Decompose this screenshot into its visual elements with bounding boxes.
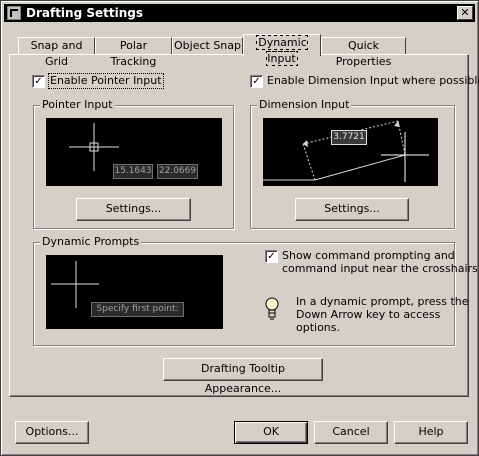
- dynamic-prompts-preview: [46, 255, 223, 329]
- tab-object-snap[interactable]: Object Snap: [172, 37, 243, 55]
- help-button[interactable]: Help: [394, 421, 468, 444]
- enable-pointer-label: Enable Pointer Input: [48, 73, 164, 89]
- tooltip-appearance-button[interactable]: Drafting Tooltip Appearance...: [163, 358, 323, 395]
- cancel-button[interactable]: Cancel: [314, 421, 388, 444]
- options-button[interactable]: Options...: [15, 421, 89, 444]
- prompt-text-box: Specify first point:: [91, 302, 184, 317]
- show-prompting-checkbox[interactable]: ✓: [265, 250, 278, 263]
- crosshair-icon: [51, 261, 99, 308]
- lightbulb-icon: [265, 297, 279, 323]
- title-bar[interactable]: Drafting Settings ✕: [4, 4, 475, 22]
- window-title: Drafting Settings: [26, 6, 143, 20]
- pointer-input-title: Pointer Input: [40, 98, 115, 112]
- hint-line1: In a dynamic prompt, press the: [296, 295, 469, 308]
- show-prompting-label-line2: command input near the crosshairs: [282, 262, 478, 275]
- enable-pointer-checkbox[interactable]: ✓: [32, 75, 45, 88]
- hint-line2: Down Arrow key to access: [296, 308, 441, 321]
- close-button[interactable]: ✕: [457, 6, 473, 20]
- show-prompting-label-line1: Show command prompting and: [282, 249, 455, 262]
- enable-dimension-label: Enable Dimension Input where possible: [267, 74, 479, 87]
- dimension-settings-button[interactable]: Settings...: [295, 198, 409, 221]
- pointer-y-value: 22.0669: [157, 164, 198, 179]
- hint-line3: options.: [296, 321, 341, 334]
- enable-dimension-checkbox[interactable]: ✓: [250, 75, 263, 88]
- drafting-settings-dialog: Drafting Settings ✕ Snap and Grid Polar …: [0, 0, 479, 456]
- dimension-input-preview: [263, 118, 438, 186]
- tab-dynamic-input[interactable]: Dynamic Input: [243, 34, 321, 66]
- pointer-x-value: 15.1643: [113, 164, 153, 179]
- tab-snap-and-grid[interactable]: Snap and Grid: [18, 37, 95, 68]
- dimension-input-title: Dimension Input: [257, 98, 352, 112]
- tab-label: Object Snap: [174, 39, 241, 52]
- tab-polar-tracking[interactable]: Polar Tracking: [95, 37, 172, 68]
- dimension-lines-icon: [263, 120, 429, 182]
- ok-button[interactable]: OK: [234, 421, 308, 444]
- tab-quick-properties[interactable]: Quick Properties: [321, 37, 406, 68]
- pointer-settings-button[interactable]: Settings...: [76, 198, 191, 221]
- dynamic-prompts-title: Dynamic Prompts: [40, 235, 142, 249]
- app-icon: [7, 6, 21, 20]
- dimension-value: 3.7721: [331, 130, 367, 145]
